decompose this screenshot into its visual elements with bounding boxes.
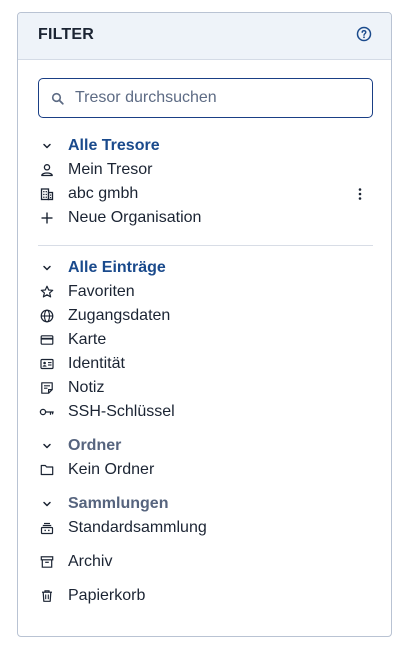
folder-icon bbox=[38, 461, 56, 479]
type-item-label: SSH-Schlüssel bbox=[68, 403, 175, 420]
type-item-label: Karte bbox=[68, 331, 107, 348]
type-item-label: Favoriten bbox=[68, 283, 135, 300]
panel-title: FILTER bbox=[38, 26, 95, 43]
chevron-down-icon bbox=[38, 437, 56, 455]
vaults-heading: Alle Tresore bbox=[68, 137, 160, 154]
more-options-icon[interactable] bbox=[351, 185, 369, 203]
collections-section-toggle[interactable]: Sammlungen bbox=[38, 492, 373, 516]
type-item-favoriten[interactable]: Favoriten bbox=[38, 280, 373, 304]
folder-item-label: Kein Ordner bbox=[68, 461, 155, 478]
search-icon bbox=[51, 92, 65, 106]
globe-icon bbox=[38, 307, 56, 325]
id-card-icon bbox=[38, 355, 56, 373]
vault-item-mein-tresor[interactable]: Mein Tresor bbox=[38, 158, 373, 182]
type-item-label: Zugangsdaten bbox=[68, 307, 171, 324]
trash-icon bbox=[38, 587, 56, 605]
collection-item-label: Standardsammlung bbox=[68, 519, 207, 536]
note-icon bbox=[38, 379, 56, 397]
key-icon bbox=[38, 403, 56, 421]
types-heading: Alle Einträge bbox=[68, 259, 166, 276]
folders-section-toggle[interactable]: Ordner bbox=[38, 434, 373, 458]
trash-item[interactable]: Papierkorb bbox=[38, 584, 373, 608]
type-item-label: Notiz bbox=[68, 379, 105, 396]
section-divider bbox=[38, 245, 373, 246]
credit-card-icon bbox=[38, 331, 56, 349]
new-organization-label: Neue Organisation bbox=[68, 209, 202, 226]
types-section-toggle[interactable]: Alle Einträge bbox=[38, 256, 373, 280]
archive-label: Archiv bbox=[68, 553, 113, 570]
collection-icon bbox=[38, 519, 56, 537]
user-icon bbox=[38, 161, 56, 179]
filter-panel: FILTER Alle Tresore Mein Tresor abc gmbh… bbox=[17, 12, 392, 637]
search-field[interactable] bbox=[38, 78, 373, 118]
star-icon bbox=[38, 283, 56, 301]
folders-heading: Ordner bbox=[68, 437, 122, 454]
type-item-ssh-key[interactable]: SSH-Schlüssel bbox=[38, 400, 373, 424]
vault-item-abc-gmbh[interactable]: abc gmbh bbox=[38, 182, 373, 206]
folder-item-kein-ordner[interactable]: Kein Ordner bbox=[38, 458, 373, 482]
vault-item-label: Mein Tresor bbox=[68, 161, 153, 178]
vault-item-label: abc gmbh bbox=[68, 185, 139, 202]
chevron-down-icon bbox=[38, 495, 56, 513]
type-item-karte[interactable]: Karte bbox=[38, 328, 373, 352]
type-item-zugangsdaten[interactable]: Zugangsdaten bbox=[38, 304, 373, 328]
vaults-section-toggle[interactable]: Alle Tresore bbox=[38, 134, 373, 158]
help-circle-icon[interactable] bbox=[356, 26, 372, 42]
panel-header: FILTER bbox=[18, 13, 391, 60]
plus-icon bbox=[38, 209, 56, 227]
search-input[interactable] bbox=[75, 87, 360, 109]
chevron-down-icon bbox=[38, 259, 56, 277]
trash-label: Papierkorb bbox=[68, 587, 146, 604]
collection-item-standardsammlung[interactable]: Standardsammlung bbox=[38, 516, 373, 540]
building-icon bbox=[38, 185, 56, 203]
archive-item[interactable]: Archiv bbox=[38, 550, 373, 574]
chevron-down-icon bbox=[38, 137, 56, 155]
type-item-identitaet[interactable]: Identität bbox=[38, 352, 373, 376]
archive-icon bbox=[38, 553, 56, 571]
collections-heading: Sammlungen bbox=[68, 495, 169, 512]
new-organization-button[interactable]: Neue Organisation bbox=[38, 206, 373, 230]
type-item-label: Identität bbox=[68, 355, 125, 372]
type-item-notiz[interactable]: Notiz bbox=[38, 376, 373, 400]
